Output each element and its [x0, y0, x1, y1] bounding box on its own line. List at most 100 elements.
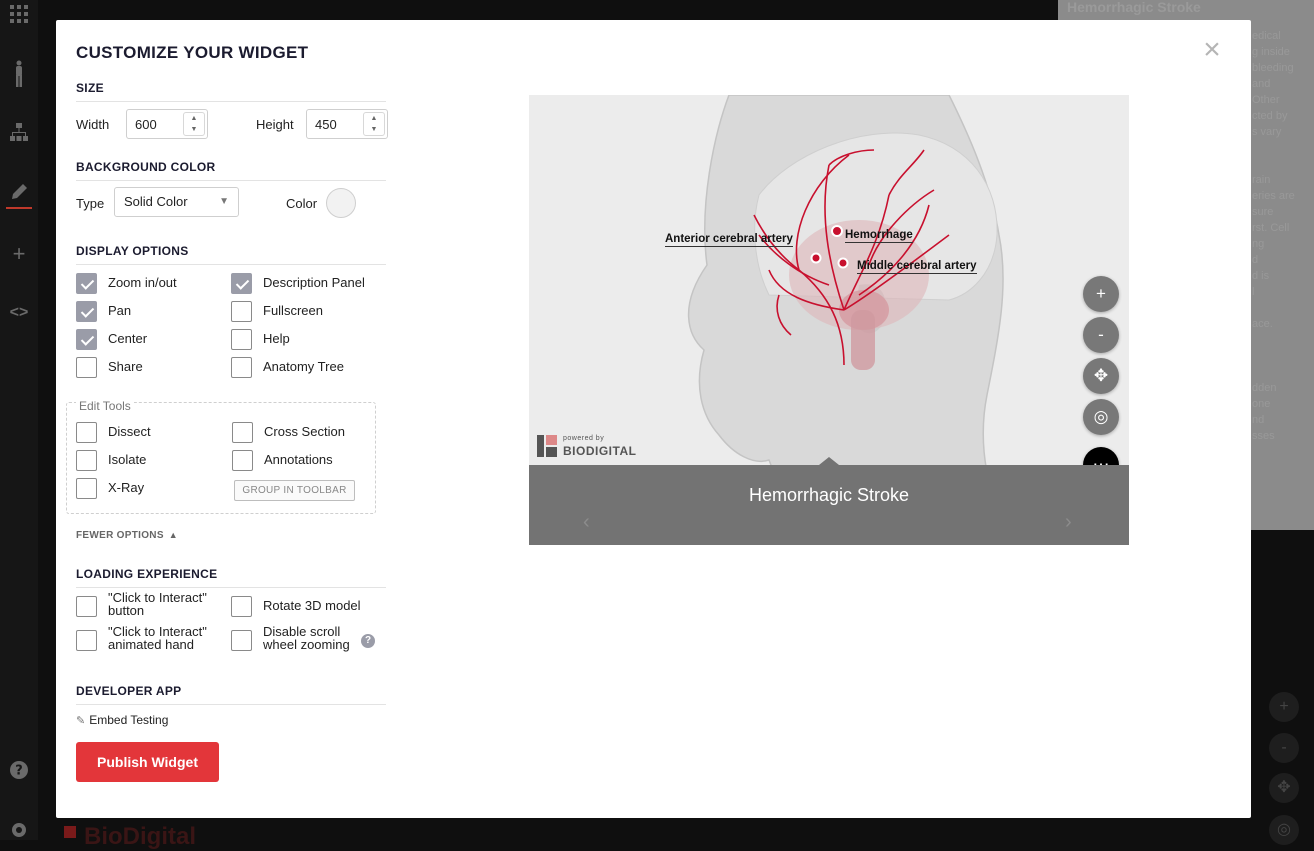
- pan-button[interactable]: ✥: [1083, 358, 1119, 394]
- backdrop-pan-button[interactable]: ✥: [1269, 773, 1299, 803]
- fewer-options-toggle[interactable]: FEWER OPTIONS ▲: [76, 530, 178, 541]
- description-panel-checkbox[interactable]: [231, 273, 252, 294]
- rotate-3d-model-label-line1: Rotate 3D model: [263, 598, 361, 613]
- svg-text:?: ?: [15, 764, 23, 779]
- cross-section-checkbox[interactable]: [232, 422, 253, 443]
- pan-checkbox[interactable]: [76, 301, 97, 322]
- fullscreen-checkbox[interactable]: [231, 301, 252, 322]
- cross-section-label: Cross Section: [264, 424, 345, 439]
- disable-scroll-wheel-zooming-checkbox[interactable]: [231, 630, 252, 651]
- type-label: Type: [76, 196, 105, 211]
- share-checkbox[interactable]: [76, 357, 97, 378]
- size-heading: SIZE: [76, 81, 386, 102]
- background-heading: BACKGROUND COLOR: [76, 160, 386, 181]
- click-to-interact-animated-hand-checkbox[interactable]: [76, 630, 97, 651]
- next-arrow-icon[interactable]: ›: [1065, 511, 1072, 534]
- help-icon[interactable]: ?: [7, 760, 31, 784]
- center-label: Center: [108, 331, 148, 346]
- annotation-anterior-cerebral-artery[interactable]: Anterior cerebral artery: [665, 233, 793, 247]
- description-title: Hemorrhagic Stroke: [748, 485, 910, 505]
- close-icon[interactable]: ×: [1200, 35, 1224, 65]
- backdrop-center-button[interactable]: ◎: [1269, 815, 1299, 845]
- disable-scroll-wheel-zooming-label: Disable scroll wheel zooming: [263, 625, 350, 651]
- height-field[interactable]: ▲▼: [306, 109, 388, 139]
- backdrop-logo: BioDigital: [84, 823, 196, 850]
- annotations-label: Annotations: [264, 452, 333, 467]
- isolate-checkbox[interactable]: [76, 450, 97, 471]
- center-button[interactable]: ◎: [1083, 399, 1119, 435]
- backdrop-logo-mark: [64, 826, 76, 838]
- fullscreen-label: Fullscreen: [263, 303, 323, 318]
- backdrop-description-text: edical g inside bleeding and Other cted …: [1252, 30, 1295, 442]
- click-to-interact-button-label: "Click to Interact" button: [108, 591, 207, 617]
- dissect-label: Dissect: [108, 424, 151, 439]
- add-icon[interactable]: +: [7, 242, 31, 266]
- description-panel-label: Description Panel: [263, 275, 365, 290]
- click-to-interact-button-label-line2: button: [108, 603, 145, 618]
- help-checkbox[interactable]: [231, 329, 252, 350]
- anatomy-tree-label: Anatomy Tree: [263, 359, 344, 374]
- prev-arrow-icon[interactable]: ‹: [583, 511, 590, 534]
- active-indicator: [6, 207, 32, 209]
- background-type-value: Solid Color: [124, 194, 188, 209]
- biodigital-wordmark: BIODIGITAL: [563, 444, 637, 458]
- rotate-3d-model-checkbox[interactable]: [231, 596, 252, 617]
- display-options-heading: DISPLAY OPTIONS: [76, 244, 386, 265]
- chevron-up-icon: ▲: [168, 530, 179, 540]
- widget-preview[interactable]: Anterior cerebral artery Hemorrhage Midd…: [529, 95, 1129, 545]
- click-to-interact-animated-hand-label-line2: animated hand: [108, 637, 195, 652]
- settings-gear-icon[interactable]: [7, 820, 31, 844]
- pencil-icon: ✎: [76, 715, 86, 727]
- width-stepper[interactable]: ▲ ▼: [183, 112, 205, 136]
- loading-experience-heading: LOADING EXPERIENCE: [76, 567, 386, 588]
- height-input[interactable]: [307, 110, 359, 138]
- embed-testing-link[interactable]: ✎ Embed Testing: [76, 713, 168, 727]
- disable-scroll-wheel-zooming-label-line2: wheel zooming: [263, 637, 350, 652]
- click-to-interact-animated-hand-label: "Click to Interact" animated hand: [108, 625, 207, 651]
- edit-pencil-icon[interactable]: [7, 182, 31, 206]
- height-label: Height: [256, 117, 294, 132]
- edit-tools-legend: Edit Tools: [76, 399, 134, 413]
- chevron-down-icon: ▼: [219, 196, 229, 207]
- zoom-in-button[interactable]: +: [1083, 276, 1119, 312]
- isolate-label: Isolate: [108, 452, 147, 467]
- annotation-middle-cerebral-artery[interactable]: Middle cerebral artery: [857, 260, 977, 274]
- help-label: Help: [263, 331, 290, 346]
- group-in-toolbar-button[interactable]: GROUP IN TOOLBAR: [234, 480, 355, 501]
- help-question-icon[interactable]: ?: [361, 634, 375, 648]
- zoom-in-out-label: Zoom in/out: [108, 275, 177, 290]
- fewer-options-label: FEWER OPTIONS: [76, 530, 164, 541]
- background-type-select[interactable]: Solid Color ▼: [114, 187, 239, 217]
- publish-widget-button[interactable]: Publish Widget: [76, 742, 219, 782]
- center-checkbox[interactable]: [76, 329, 97, 350]
- height-stepper[interactable]: ▲ ▼: [363, 112, 385, 136]
- developer-app-heading: DEVELOPER APP: [76, 684, 386, 705]
- backdrop-zoom-out-button[interactable]: -: [1269, 733, 1299, 763]
- powered-by-text: powered by: [563, 435, 605, 442]
- backdrop-zoom-in-button[interactable]: +: [1269, 692, 1299, 722]
- apps-grid-icon[interactable]: [7, 4, 31, 28]
- width-label: Width: [76, 117, 110, 132]
- x-ray-checkbox[interactable]: [76, 478, 97, 499]
- annotation-hemorrhage[interactable]: Hemorrhage: [845, 229, 913, 243]
- anatomy-tree-checkbox[interactable]: [231, 357, 252, 378]
- caption-expand-icon[interactable]: [819, 457, 839, 465]
- code-icon[interactable]: <>: [7, 301, 31, 325]
- width-input[interactable]: [127, 110, 179, 138]
- zoom-in-out-checkbox[interactable]: [76, 273, 97, 294]
- color-label: Color: [286, 196, 318, 211]
- modal-title: CUSTOMIZE YOUR WIDGET: [76, 43, 309, 62]
- width-field[interactable]: ▲▼: [126, 109, 208, 139]
- click-to-interact-button-checkbox[interactable]: [76, 596, 97, 617]
- dissect-checkbox[interactable]: [76, 422, 97, 443]
- hierarchy-icon[interactable]: [7, 122, 31, 146]
- human-body-icon[interactable]: [7, 60, 31, 87]
- zoom-out-button[interactable]: -: [1083, 317, 1119, 353]
- share-label: Share: [108, 359, 143, 374]
- background-color-swatch[interactable]: [326, 188, 356, 218]
- annotations-checkbox[interactable]: [232, 450, 253, 471]
- x-ray-label: X-Ray: [108, 480, 145, 495]
- pan-label: Pan: [108, 303, 132, 318]
- customize-widget-modal: CUSTOMIZE YOUR WIDGET × SIZE Width ▲▼ He…: [56, 20, 1251, 818]
- description-panel: Hemorrhagic Stroke ‹ ›: [529, 457, 1129, 545]
